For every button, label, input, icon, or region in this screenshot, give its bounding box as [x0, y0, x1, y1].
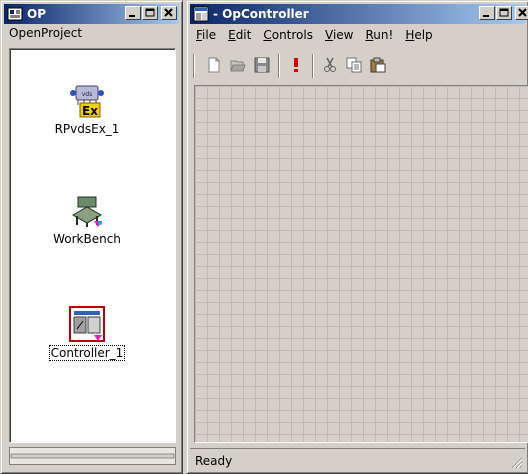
toolbar-separator: [312, 54, 314, 78]
status-text: Ready: [195, 454, 233, 468]
project-label: OpenProject: [9, 26, 83, 40]
menu-edit[interactable]: Edit: [222, 28, 257, 42]
cut-icon: [324, 57, 336, 72]
controller-canvas[interactable]: [194, 85, 528, 443]
menu-bar: File Edit Controls View Run! Help: [190, 24, 525, 46]
project-item-list[interactable]: vds Ex RPvdsEx_1 WorkBench Controller_1: [9, 48, 176, 443]
close-icon: [518, 8, 527, 17]
run-button[interactable]: [286, 55, 306, 75]
minimize-icon: [483, 15, 489, 17]
item-label: WorkBench: [53, 232, 121, 246]
menu-view[interactable]: View: [319, 28, 359, 42]
close-button[interactable]: [161, 6, 177, 20]
copy-button[interactable]: [344, 55, 364, 75]
menu-controls[interactable]: Controls: [257, 28, 319, 42]
toolbar: [190, 48, 525, 82]
item-label: RPvdsEx_1: [54, 122, 120, 136]
toolbar-grip: [193, 54, 195, 78]
maximize-icon: [499, 8, 509, 17]
horizontal-scrollbar[interactable]: [9, 447, 176, 465]
maximize-button[interactable]: [142, 6, 158, 20]
opcontroller-window: - OpController File Edit Controls View R…: [186, 0, 528, 474]
op-title-bar[interactable]: OP: [4, 4, 179, 24]
op-window: OP OpenProject vds Ex RPvdsEx_1 WorkBenc…: [0, 0, 183, 474]
close-button[interactable]: [515, 6, 528, 20]
controller-icon: [69, 306, 105, 342]
run-icon: [294, 58, 298, 72]
menu-run[interactable]: Run!: [359, 28, 399, 42]
op-window-title: OP: [27, 7, 46, 21]
maximize-button[interactable]: [496, 6, 512, 20]
open-button[interactable]: [228, 55, 248, 75]
workbench-icon: [71, 196, 103, 227]
paste-button[interactable]: [368, 55, 388, 75]
save-icon: [254, 57, 270, 73]
op-app-icon: [7, 7, 23, 21]
save-button[interactable]: [252, 55, 272, 75]
list-item-controller[interactable]: Controller_1: [12, 305, 162, 361]
copy-icon: [346, 57, 362, 73]
minimize-icon: [129, 15, 135, 17]
opcontroller-window-title: - OpController: [213, 7, 309, 21]
new-button[interactable]: [204, 55, 224, 75]
maximize-icon: [145, 8, 155, 17]
svg-text:Ex: Ex: [82, 104, 98, 118]
svg-text:vds: vds: [82, 91, 93, 98]
opcontroller-title-bar[interactable]: - OpController: [190, 4, 528, 24]
menu-help[interactable]: Help: [399, 28, 438, 42]
toolbar-separator: [278, 54, 280, 78]
paste-icon: [370, 57, 386, 73]
item-label: Controller_1: [48, 345, 126, 361]
cut-button[interactable]: [320, 55, 340, 75]
close-icon: [164, 8, 173, 17]
list-item-workbench[interactable]: WorkBench: [12, 193, 162, 246]
opcontroller-app-icon: [193, 6, 209, 22]
minimize-button[interactable]: [125, 6, 141, 20]
rpvdsex-icon: vds Ex: [70, 85, 104, 118]
resize-grip-icon[interactable]: [511, 457, 523, 469]
minimize-button[interactable]: [479, 6, 495, 20]
menu-file[interactable]: File: [190, 28, 222, 42]
new-icon: [208, 57, 220, 73]
list-item-rpvdsex[interactable]: vds Ex RPvdsEx_1: [12, 83, 162, 136]
status-bar: Ready: [190, 448, 525, 471]
open-icon: [230, 60, 246, 72]
